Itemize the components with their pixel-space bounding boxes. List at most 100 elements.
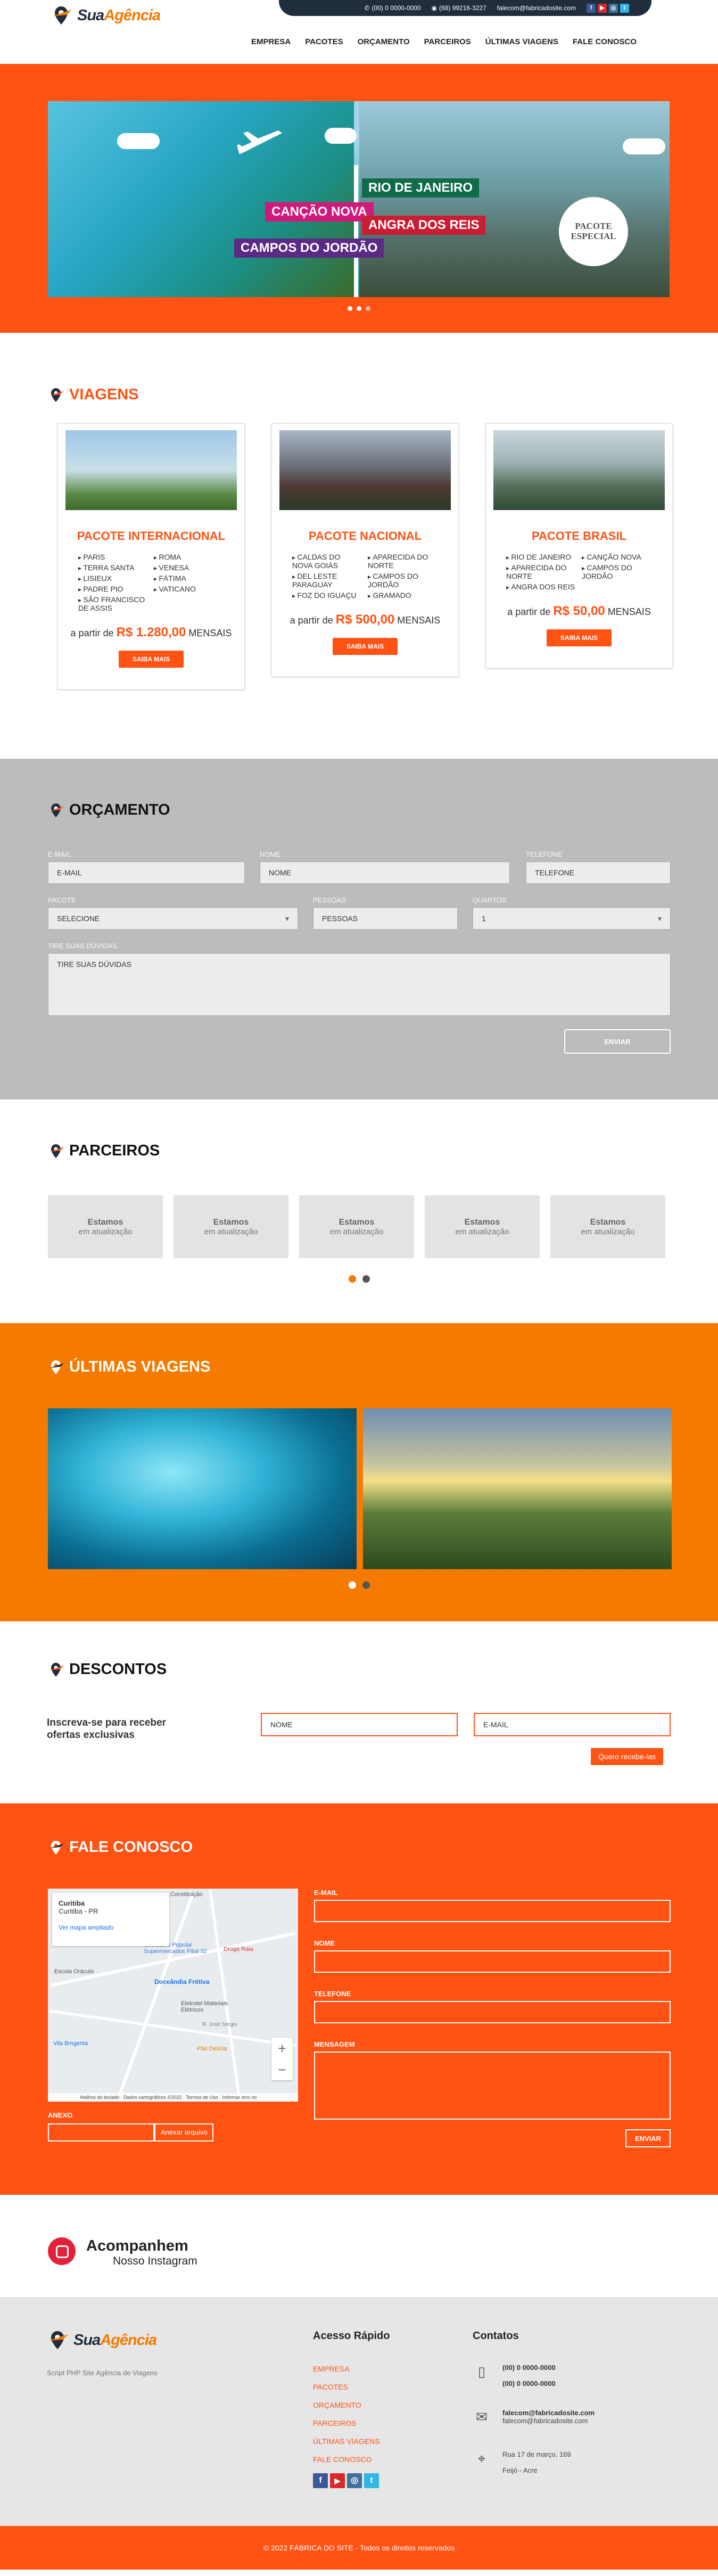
slider-dot[interactable] <box>357 306 361 311</box>
twitter-icon[interactable]: t <box>620 3 629 13</box>
newsletter-nome-input[interactable]: NOME <box>261 1713 458 1736</box>
location-map[interactable]: Constituição Secretário Popular Supermer… <box>48 1889 298 2102</box>
footer-link-fale-conosco[interactable]: FALE CONOSCO <box>313 2455 390 2464</box>
ultimas-dots <box>0 1581 718 1589</box>
hero-section: CANÇÃO NOVA CAMPOS DO JORDÃO RIO DE JANE… <box>0 64 718 333</box>
hero-banner[interactable]: CANÇÃO NOVA CAMPOS DO JORDÃO RIO DE JANE… <box>48 101 670 297</box>
telefone-field[interactable]: TELEFONE <box>526 862 671 884</box>
contato-email-input[interactable] <box>314 1900 671 1922</box>
partner-card[interactable]: Estamos em atualização <box>299 1195 414 1258</box>
main-nav: EMPRESA PACOTES ORÇAMENTO PARCEIROS ÚLTI… <box>251 37 637 46</box>
footer-link-pacotes[interactable]: PACOTES <box>313 2383 390 2391</box>
enviar-orcamento-button[interactable]: ENVIAR <box>564 1029 671 1054</box>
beach-image <box>48 101 354 297</box>
envelope-icon: ✉ <box>476 2409 488 2425</box>
phone-item[interactable]: ✆ (00) 0 0000-0000 <box>364 4 420 12</box>
ultimas-viagens-title: ÚLTIMAS VIAGENS <box>49 1358 210 1376</box>
great-wall-photo[interactable] <box>363 1408 672 1569</box>
destination-list: CALDAS DO NOVA GOIÁS APARECIDA DO NORTE … <box>279 553 451 600</box>
ice-cave-photo[interactable] <box>48 1408 357 1569</box>
nav-parceiros[interactable]: PARCEIROS <box>424 37 471 46</box>
pessoas-field[interactable]: PESSOAS <box>313 907 458 930</box>
facebook-icon[interactable]: f <box>587 3 596 13</box>
contato-telefone-input[interactable] <box>314 2001 671 2023</box>
newsletter-email-input[interactable]: E-MAIL <box>474 1713 671 1736</box>
contato-mensagem-textarea[interactable] <box>314 2052 671 2120</box>
map-enlarge-link[interactable]: Ver mapa ampliado <box>59 1924 113 1931</box>
contato-nome-input[interactable] <box>314 1950 671 1973</box>
pacote-select[interactable]: SELECIONE <box>48 907 298 930</box>
nav-ultimas-viagens[interactable]: ÚLTIMAS VIAGENS <box>485 37 558 46</box>
anexar-arquivo-button[interactable]: Anexar arquivo <box>154 2123 214 2142</box>
footer-link-orcamento[interactable]: ORÇAMENTO <box>313 2401 390 2409</box>
zoom-in-icon[interactable]: + <box>271 2038 293 2059</box>
slider-dot[interactable] <box>348 1581 356 1589</box>
instagram-icon[interactable]: ◎ <box>347 2473 362 2488</box>
site-header: ✆ (00) 0 0000-0000 ◉ (68) 99216-3227 falec… <box>0 0 718 64</box>
saiba-mais-button[interactable]: SAIBA MAIS <box>546 629 612 646</box>
map-zoom-control[interactable]: + − <box>271 2038 293 2080</box>
slider-dot[interactable] <box>366 306 370 311</box>
instagram-icon[interactable] <box>48 2237 76 2265</box>
nome-field[interactable]: NOME <box>260 862 510 884</box>
email-field[interactable]: E-MAIL <box>48 862 245 884</box>
footer-link-ultimas-viagens[interactable]: ÚLTIMAS VIAGENS <box>313 2437 390 2446</box>
descontos-section: DESCONTOS Inscreva-se para receber ofert… <box>0 1621 718 1803</box>
quartos-field-group: QUARTOS 1 <box>473 896 671 930</box>
saiba-mais-button[interactable]: SAIBA MAIS <box>332 638 398 655</box>
facebook-icon[interactable]: f <box>313 2473 328 2488</box>
contact-email: ✉ falecom@fabricadosite.com falecom@fabric… <box>473 2409 595 2427</box>
email-item[interactable]: falecom@fabricadosite.com <box>497 4 576 12</box>
footer-link-parceiros[interactable]: PARCEIROS <box>313 2419 390 2427</box>
list-item: PADRE PIO <box>78 585 148 593</box>
footer-logo[interactable]: SuaAgência <box>47 2329 157 2351</box>
whatsapp-item[interactable]: ◉ (68) 99216-3227 <box>432 4 486 12</box>
duvidas-textarea[interactable]: TIRE SUAS DÚVIDAS <box>48 953 671 1016</box>
orcamento-title: ORÇAMENTO <box>49 801 170 819</box>
youtube-icon[interactable]: ▶ <box>330 2473 345 2488</box>
slider-dot[interactable] <box>348 1275 356 1283</box>
partner-card[interactable]: Estamos em atualização <box>174 1195 288 1258</box>
saiba-mais-button[interactable]: SAIBA MAIS <box>118 651 184 668</box>
partner-card[interactable]: Estamos em atualização <box>425 1195 540 1258</box>
whatsapp-icon: ◉ <box>431 4 438 12</box>
list-item: GRAMADO <box>368 591 438 600</box>
map-label: R. José Sergio <box>202 2022 237 2028</box>
descontos-title: DESCONTOS <box>49 1661 167 1678</box>
top-bar: ✆ (00) 0 0000-0000 ◉ (68) 99216-3227 falec… <box>279 0 651 16</box>
nav-orcamento[interactable]: ORÇAMENTO <box>358 37 410 46</box>
footer-link-empresa[interactable]: EMPRESA <box>313 2365 390 2373</box>
twitter-icon[interactable]: t <box>364 2473 379 2488</box>
slider-dot[interactable] <box>348 306 352 311</box>
instagram-title: Acompanhem <box>86 2237 188 2254</box>
nav-fale-conosco[interactable]: FALE CONOSCO <box>573 37 637 46</box>
map-road <box>209 1889 241 2101</box>
nav-pacotes[interactable]: PACOTES <box>305 37 343 46</box>
cloud-icon <box>325 128 357 144</box>
youtube-icon[interactable]: ▶ <box>598 3 607 13</box>
partner-card[interactable]: Estamos em atualização <box>550 1195 665 1258</box>
nav-empresa[interactable]: EMPRESA <box>251 37 291 46</box>
rio-image <box>359 101 670 297</box>
package-card-brasil: PACOTE BRASIL RIO DE JANEIRO CANÇÃO NOVA… <box>485 423 673 668</box>
logo-text-main: Sua <box>77 6 104 24</box>
contato-telefone-group: TELEFONE <box>314 1990 671 2023</box>
airplane-icon <box>237 130 282 154</box>
slider-dot[interactable] <box>362 1275 370 1283</box>
instagram-icon[interactable]: ◎ <box>609 3 618 13</box>
pin-icon <box>50 803 64 817</box>
list-item: CAMPOS DO JORDÃO <box>582 563 652 580</box>
tag-rio-janeiro: RIO DE JANEIRO <box>362 178 480 198</box>
logo[interactable]: SuaAgência <box>51 4 161 27</box>
paris-image <box>65 430 237 510</box>
subscribe-button[interactable]: Quero recebe-las <box>591 1748 664 1765</box>
slider-dot[interactable] <box>362 1581 370 1589</box>
enviar-contato-button[interactable]: ENVIAR <box>625 2129 671 2147</box>
contato-nome-group: NOME <box>314 1939 671 1973</box>
pacote-field-group: PACOTE SELECIONE <box>48 896 298 930</box>
zoom-out-icon[interactable]: − <box>271 2059 293 2080</box>
anexo-file-input[interactable] <box>48 2123 154 2142</box>
quartos-select[interactable]: 1 <box>473 907 671 930</box>
partner-card[interactable]: Estamos em atualização <box>48 1195 163 1258</box>
map-label: Escola Oráculo <box>54 1968 94 1975</box>
